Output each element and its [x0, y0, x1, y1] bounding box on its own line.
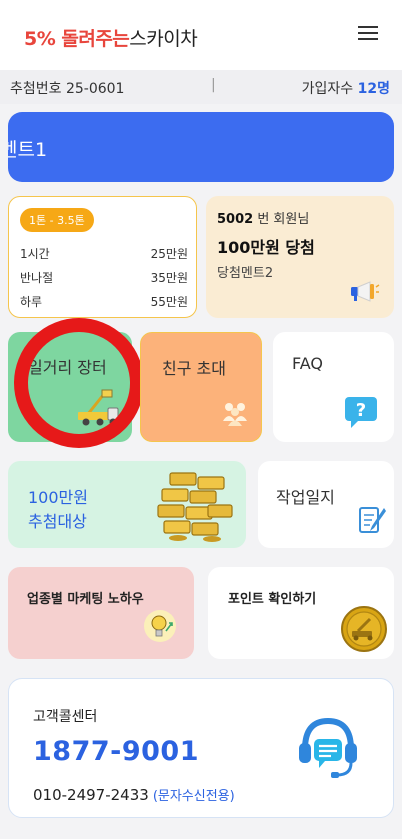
sms-only-note: (문자수신전용)	[152, 789, 235, 804]
lotto-tile[interactable]: 100만원 추첨대상	[8, 461, 246, 548]
faq-tile[interactable]: FAQ ?	[273, 332, 394, 442]
marketing-knowhow-label: 업종별 마케팅 노하우	[27, 592, 144, 607]
work-diary-tile[interactable]: 작업일지	[258, 461, 394, 548]
price-row-label: 1시간	[20, 247, 50, 261]
gold-coin-icon	[341, 606, 387, 652]
sms-number-value[interactable]: 010-2497-2433	[33, 786, 149, 804]
notepad-pencil-icon	[359, 507, 386, 533]
lightbulb-icon	[144, 610, 176, 642]
svg-text:?: ?	[356, 400, 366, 421]
winner-member-suffix: 번 회원님	[257, 212, 310, 227]
member-count-label: 가입자수	[301, 81, 354, 97]
people-icon	[223, 403, 247, 426]
customer-center-phone[interactable]: 1877-9001	[33, 736, 199, 767]
points-tile[interactable]: 포인트 확인하기	[208, 567, 394, 659]
megaphone-icon	[351, 281, 380, 302]
price-row-value: 55만원	[150, 295, 188, 309]
customer-center-card: 고객콜센터 1877-9001 010-2497-2433 (문자수신전용)	[8, 678, 394, 818]
hamburger-menu-icon[interactable]	[358, 26, 378, 42]
price-row: 하루 55만원	[20, 293, 188, 310]
banner-text: 멘트1	[8, 139, 48, 161]
brand-prefix: 5% 돌려주는	[24, 28, 130, 50]
price-card[interactable]: 1톤 - 3.5톤 1시간 25만원 반나절 35만원 하루 55만원	[8, 196, 197, 318]
info-bar: 추첨번호 25-0601 | 가입자수 12명	[0, 70, 402, 104]
winner-member: 5002 번 회원님	[217, 208, 309, 227]
winner-amount: 100만원 당첨	[217, 238, 315, 257]
sms-number: 010-2497-2433 (문자수신전용)	[33, 785, 235, 804]
headset-icon	[299, 717, 357, 778]
work-diary-label: 작업일지	[276, 488, 335, 507]
price-row-label: 하루	[20, 295, 43, 309]
lotto-label: 추첨대상	[28, 512, 87, 531]
price-row-label: 반나절	[20, 271, 54, 285]
brand-logo[interactable]: 5% 돌려주는스카이차	[24, 24, 198, 51]
tonnage-badge: 1톤 - 3.5톤	[20, 208, 94, 232]
promo-banner[interactable]: 멘트1	[8, 112, 394, 182]
price-row-value: 35만원	[150, 271, 188, 285]
customer-center-title: 고객콜센터	[33, 709, 98, 725]
winner-member-number: 5002	[217, 212, 254, 227]
winner-comment: 당첨멘트2	[217, 266, 274, 281]
question-bubble-icon: ?	[345, 397, 377, 428]
invite-friend-tile[interactable]: 친구 초대	[140, 332, 262, 442]
points-label: 포인트 확인하기	[228, 592, 317, 607]
gold-bars-icon	[157, 472, 233, 542]
app-header: 5% 돌려주는스카이차	[0, 0, 402, 70]
price-row: 반나절 35만원	[20, 269, 188, 286]
faq-label: FAQ	[292, 354, 323, 373]
winner-card[interactable]: 5002 번 회원님 100만원 당첨 당첨멘트2	[206, 196, 394, 318]
brand-suffix: 스카이차	[129, 28, 198, 50]
draw-number: 추첨번호 25-0601	[10, 81, 125, 97]
marketing-knowhow-tile[interactable]: 업종별 마케팅 노하우	[8, 567, 194, 659]
member-count-value: 12명	[357, 81, 390, 97]
lotto-amount: 100만원	[28, 488, 88, 507]
highlight-circle	[14, 318, 144, 448]
price-row-value: 25만원	[150, 247, 188, 261]
member-count: 가입자수 12명	[302, 78, 390, 98]
info-separator: |	[211, 77, 216, 93]
invite-friend-label: 친구 초대	[162, 359, 226, 378]
price-row: 1시간 25만원	[20, 245, 188, 262]
